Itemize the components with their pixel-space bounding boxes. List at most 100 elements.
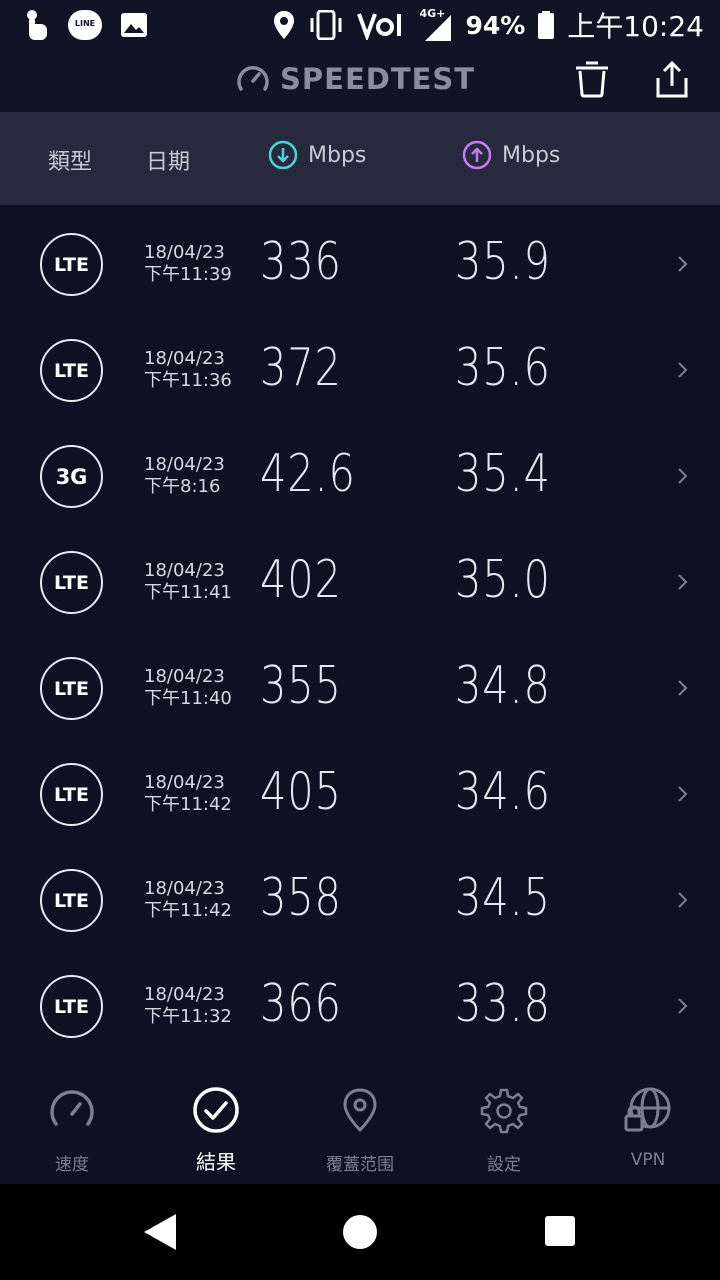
- result-datetime: 18/04/23 下午11:36: [144, 348, 232, 392]
- result-row[interactable]: LTE 18/04/23 下午11:39 336 35.9: [0, 212, 720, 318]
- result-date: 18/04/23: [144, 560, 225, 581]
- connection-type-badge: LTE: [40, 551, 103, 614]
- tab-results[interactable]: 結果: [144, 1066, 288, 1184]
- result-date: 18/04/23: [144, 984, 225, 1005]
- connection-type-badge: LTE: [40, 975, 103, 1038]
- line-app-label: LINE: [74, 19, 96, 28]
- result-datetime: 18/04/23 下午11:42: [144, 772, 232, 816]
- result-row[interactable]: LTE 18/04/23 下午11:32 366 33.8: [0, 954, 720, 1060]
- result-datetime: 18/04/23 下午11:39: [144, 242, 232, 286]
- upload-column-header[interactable]: Mbps: [462, 140, 560, 170]
- back-icon[interactable]: [142, 1212, 178, 1252]
- vibrate-icon: [310, 10, 342, 40]
- download-column-header[interactable]: Mbps: [268, 140, 366, 170]
- result-time: 下午11:39: [144, 264, 232, 285]
- recents-icon[interactable]: [545, 1216, 575, 1246]
- tab-label: 覆蓋范围: [326, 1155, 394, 1175]
- result-row[interactable]: 3G 18/04/23 下午8:16 42.6 35.4: [0, 424, 720, 530]
- result-datetime: 18/04/23 下午8:16: [144, 454, 225, 498]
- chevron-right-icon: [678, 786, 688, 802]
- tab-label: 設定: [487, 1155, 521, 1175]
- result-datetime: 18/04/23 下午11:41: [144, 560, 232, 604]
- tab-label: 結果: [196, 1150, 236, 1174]
- volte-icon: [357, 13, 402, 40]
- chevron-right-icon: [678, 574, 688, 590]
- result-row[interactable]: LTE 18/04/23 下午11:42 405 34.6: [0, 742, 720, 848]
- result-time: 下午11:41: [144, 582, 232, 603]
- touch-icon: [27, 10, 47, 40]
- result-time: 下午8:16: [144, 476, 221, 497]
- date-column-header[interactable]: 日期: [146, 144, 190, 176]
- result-row[interactable]: LTE 18/04/23 下午11:42 358 34.5: [0, 848, 720, 954]
- upload-speed: 35.4: [455, 444, 551, 504]
- home-icon[interactable]: [343, 1215, 377, 1249]
- tab-label: 速度: [55, 1155, 89, 1175]
- result-datetime: 18/04/23 下午11:40: [144, 666, 232, 710]
- download-arrow-icon: [268, 140, 298, 170]
- result-date: 18/04/23: [144, 772, 225, 793]
- download-speed: 366: [260, 974, 342, 1034]
- upload-speed: 34.6: [455, 762, 551, 822]
- download-speed: 372: [260, 338, 342, 398]
- chevron-right-icon: [678, 362, 688, 378]
- upload-speed: 33.8: [455, 974, 551, 1034]
- tab-coverage[interactable]: 覆蓋范围: [288, 1066, 432, 1184]
- app-header: SPEEDTEST: [0, 50, 720, 112]
- result-row[interactable]: LTE 18/04/23 下午11:40 355 34.8: [0, 636, 720, 742]
- result-time: 下午11:32: [144, 1006, 232, 1027]
- result-time: 下午11:42: [144, 900, 232, 921]
- type-column-header[interactable]: 類型: [48, 144, 92, 176]
- result-date: 18/04/23: [144, 666, 225, 687]
- upload-speed: 34.5: [455, 868, 551, 928]
- tab-vpn[interactable]: VPN: [576, 1066, 720, 1184]
- result-datetime: 18/04/23 下午11:42: [144, 878, 232, 922]
- gauge-logo-icon: [237, 66, 269, 91]
- logo-text: SPEEDTEST: [280, 62, 476, 96]
- status-bar: LINE 4G+ 94% 上午10:24: [0, 0, 720, 50]
- chevron-right-icon: [678, 680, 688, 696]
- trash-icon[interactable]: [572, 60, 612, 100]
- upload-speed: 35.0: [455, 550, 551, 610]
- result-row[interactable]: LTE 18/04/23 下午11:36 372 35.6: [0, 318, 720, 424]
- download-speed: 405: [260, 762, 342, 822]
- result-datetime: 18/04/23 下午11:32: [144, 984, 232, 1028]
- download-speed: 355: [260, 656, 342, 716]
- upload-unit: Mbps: [502, 142, 561, 168]
- clock: 上午10:24: [567, 10, 704, 43]
- download-speed: 336: [260, 232, 342, 292]
- chevron-right-icon: [678, 892, 688, 908]
- result-row[interactable]: LTE 18/04/23 下午11:41 402 35.0: [0, 530, 720, 636]
- connection-type-badge: LTE: [40, 657, 103, 720]
- location-icon: [274, 11, 295, 39]
- tab-speed[interactable]: 速度: [0, 1066, 144, 1184]
- tab-settings[interactable]: 設定: [432, 1066, 576, 1184]
- upload-arrow-icon: [462, 140, 492, 170]
- system-nav-bar: [0, 1184, 720, 1280]
- download-speed: 402: [260, 550, 342, 610]
- connection-type-badge: LTE: [40, 763, 103, 826]
- battery-percent: 94%: [465, 10, 526, 40]
- battery-icon: [538, 11, 555, 39]
- result-time: 下午11:40: [144, 688, 232, 709]
- connection-type-badge: LTE: [40, 339, 103, 402]
- chevron-right-icon: [678, 256, 688, 272]
- result-time: 下午11:42: [144, 794, 232, 815]
- share-icon[interactable]: [652, 60, 692, 100]
- map-pin-icon: [343, 1088, 377, 1133]
- download-speed: 42.6: [260, 444, 356, 504]
- check-circle-icon: [193, 1087, 239, 1133]
- chevron-right-icon: [678, 998, 688, 1014]
- download-unit: Mbps: [308, 142, 367, 168]
- speedtest-logo: SPEEDTEST: [236, 62, 475, 96]
- upload-speed: 35.9: [455, 232, 551, 292]
- bottom-tab-bar: 速度 結果 覆蓋范围 設定 VPN: [0, 1066, 720, 1184]
- vpn-globe-lock-icon: [624, 1087, 671, 1132]
- download-speed: 358: [260, 868, 342, 928]
- connection-type-badge: LTE: [40, 869, 103, 932]
- signal-icon: 4G+: [419, 5, 453, 45]
- connection-type-badge: 3G: [40, 445, 103, 508]
- result-date: 18/04/23: [144, 454, 225, 475]
- result-date: 18/04/23: [144, 348, 225, 369]
- results-list: LTE 18/04/23 下午11:39 336 35.9 LTE 18/04/…: [0, 212, 720, 1060]
- image-icon: [121, 13, 147, 37]
